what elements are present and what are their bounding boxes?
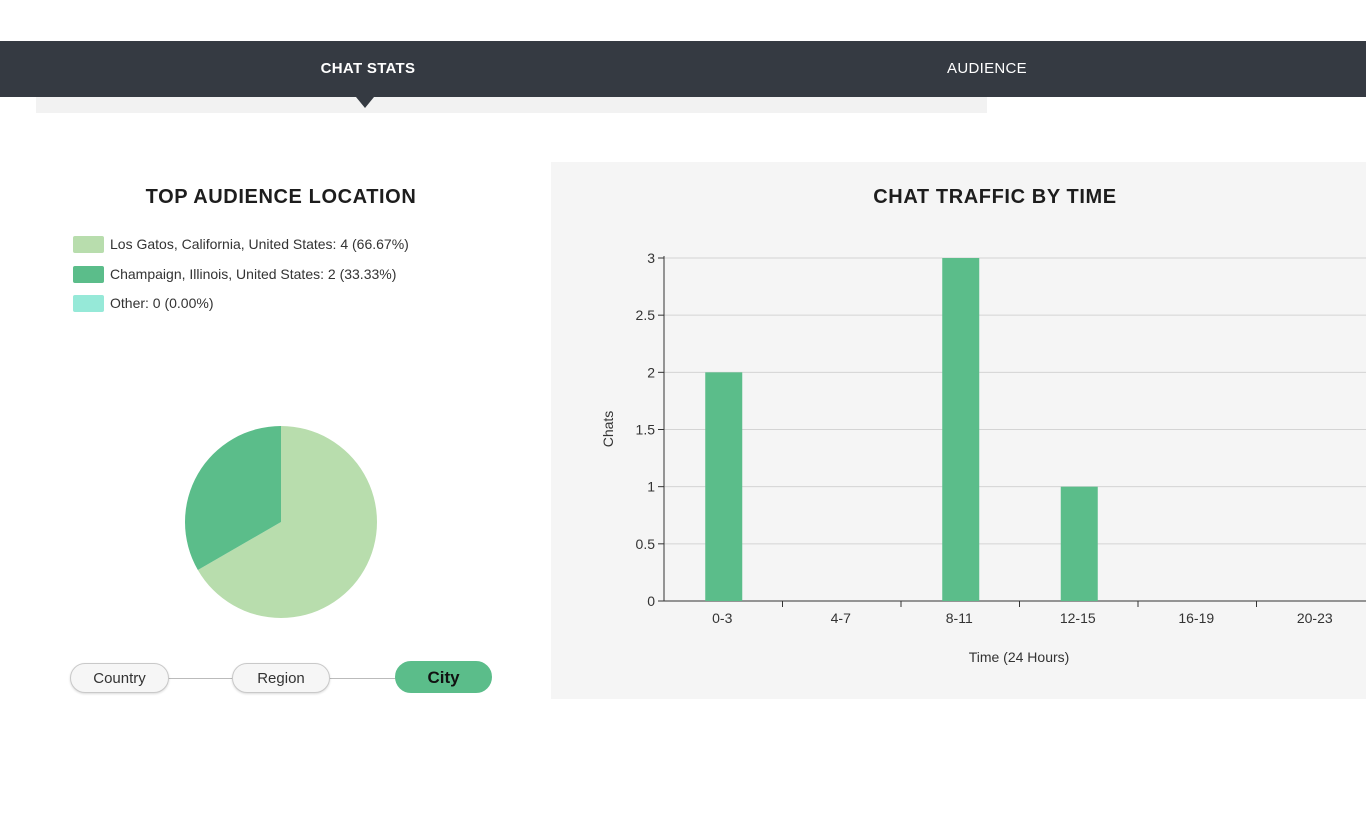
x-tick-label: 4-7 (831, 610, 851, 626)
x-tick-label: 12-15 (1060, 610, 1096, 626)
legend-label: Los Gatos, California, United States: 4 … (110, 236, 409, 252)
y-axis-label: Chats (600, 411, 616, 448)
location-legend: Los Gatos, California, United States: 4 … (73, 236, 409, 325)
level-country-button[interactable]: Country (70, 663, 169, 693)
tab-chat-stats[interactable]: CHAT STATS (268, 41, 468, 97)
tab-audience[interactable]: AUDIENCE (887, 41, 1087, 97)
y-tick-label: 2 (647, 364, 655, 380)
legend-item: Champaign, Illinois, United States: 2 (3… (73, 265, 409, 296)
legend-item: Los Gatos, California, United States: 4 … (73, 236, 409, 266)
legend-item: Other: 0 (0.00%) (73, 295, 409, 325)
y-tick-label: 3 (647, 250, 655, 266)
x-tick-label: 20-23 (1297, 610, 1333, 626)
bar (705, 372, 743, 601)
legend-swatch (73, 265, 104, 283)
bar (1060, 486, 1098, 601)
level-city-button[interactable]: City (395, 661, 492, 693)
y-tick-label: 1 (647, 479, 655, 495)
chat-traffic-bar-chart: 0 0.5 1 1.5 2 2.5 3 0-3 4-7 8-11 12-15 16-19 20-23 Ti… (600, 250, 1366, 665)
y-tick-label: 0 (647, 593, 655, 609)
legend-swatch (73, 236, 104, 253)
x-axis-label: Time (24 Hours) (969, 649, 1070, 665)
legend-label: Other: 0 (0.00%) (110, 295, 214, 311)
x-tick-label: 16-19 (1178, 610, 1214, 626)
legend-label: Champaign, Illinois, United States: 2 (3… (110, 265, 397, 282)
bar (942, 258, 980, 601)
tab-content-strip (36, 97, 987, 113)
y-tick-label: 2.5 (636, 307, 656, 323)
legend-swatch (73, 295, 104, 312)
active-tab-indicator (356, 97, 374, 108)
location-title: TOP AUDIENCE LOCATION (145, 186, 417, 208)
level-region-button[interactable]: Region (232, 663, 330, 693)
x-tick-label: 0-3 (712, 610, 732, 626)
x-tick-label: 8-11 (946, 610, 973, 626)
y-tick-label: 0.5 (636, 536, 656, 552)
location-pie-chart (185, 426, 377, 618)
tab-bar: CHAT STATS AUDIENCE (0, 41, 1366, 97)
y-tick-label: 1.5 (636, 422, 656, 438)
